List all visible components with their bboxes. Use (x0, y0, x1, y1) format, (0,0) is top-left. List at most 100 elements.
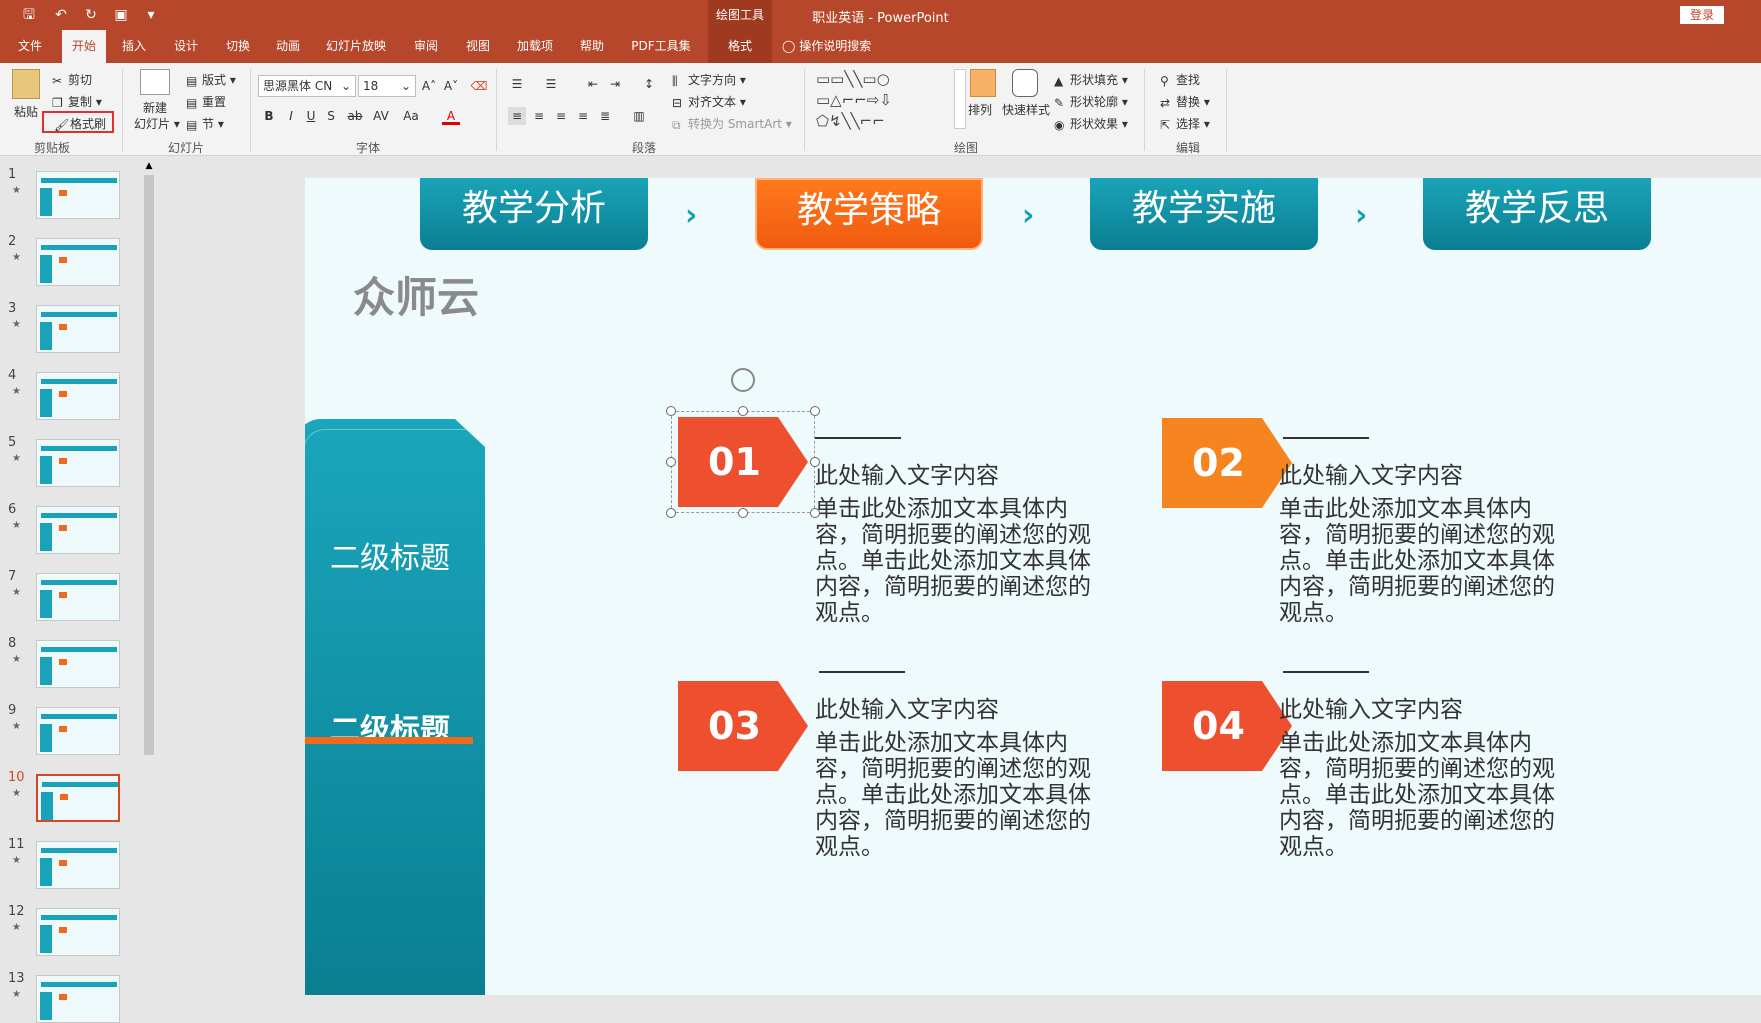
tab-review[interactable]: 审阅 (406, 30, 446, 63)
item-body[interactable]: 单击此处添加文本具体内容，简明扼要的阐述您的观点。单击此处添加文本具体内容，简明… (1279, 496, 1574, 626)
increase-indent-icon[interactable]: ⇥ (606, 75, 624, 93)
slide-thumbnail[interactable] (36, 975, 120, 1023)
font-color-icon[interactable]: A (442, 107, 460, 125)
scroll-up-icon[interactable]: ▲ (144, 161, 154, 171)
tab-view[interactable]: 视图 (458, 30, 498, 63)
item-title[interactable]: 此处输入文字内容 (815, 456, 999, 490)
item-number-shape[interactable]: 03 (678, 681, 808, 771)
shape-fill-button[interactable]: ▲ 形状填充 ▾ (1054, 71, 1128, 88)
columns-icon[interactable]: ▥ (630, 107, 648, 125)
resize-handle[interactable] (810, 406, 820, 416)
slide-thumbnail[interactable] (36, 841, 120, 889)
decrease-indent-icon[interactable]: ⇤ (584, 75, 602, 93)
slide-thumbnail[interactable] (36, 171, 120, 219)
select-button[interactable]: ⇱ 选择 ▾ (1160, 115, 1210, 132)
item-number-shape[interactable]: 04 (1162, 681, 1292, 771)
item-body[interactable]: 单击此处添加文本具体内容，简明扼要的阐述您的观点。单击此处添加文本具体内容，简明… (815, 496, 1110, 626)
login-button[interactable]: 登录 (1680, 6, 1724, 24)
resize-handle[interactable] (666, 508, 676, 518)
tab-slideshow[interactable]: 幻灯片放映 (322, 30, 390, 63)
character-spacing-icon[interactable]: AV (372, 107, 390, 125)
tab-insert[interactable]: 插入 (114, 30, 154, 63)
increase-font-icon[interactable]: A˄ (420, 77, 438, 95)
clear-formatting-icon[interactable]: ⌫ (470, 77, 488, 95)
slide-thumbnail[interactable] (36, 506, 120, 554)
slide-thumbnail[interactable] (36, 305, 120, 353)
cut-button[interactable]: ✂ 剪切 (52, 71, 92, 88)
numbering-icon[interactable]: ☰ (542, 75, 560, 93)
new-slide-icon[interactable] (140, 69, 170, 95)
new-slide-label-2[interactable]: 幻灯片 ▾ (134, 115, 180, 132)
item-title[interactable]: 此处输入文字内容 (1279, 456, 1463, 490)
bullets-icon[interactable]: ☰ (508, 75, 526, 93)
tab-help[interactable]: 帮助 (572, 30, 612, 63)
tab-addins[interactable]: 加载项 (510, 30, 560, 63)
tab-animations[interactable]: 动画 (268, 30, 308, 63)
slide-thumbnail[interactable] (36, 372, 120, 420)
item-number-shape[interactable]: 02 (1162, 418, 1292, 508)
underline-icon[interactable]: U (302, 107, 320, 125)
tab-design[interactable]: 设计 (166, 30, 206, 63)
scroll-thumb[interactable] (144, 175, 154, 755)
slide-thumbnail[interactable] (36, 238, 120, 286)
justify-icon[interactable]: ≡ (574, 107, 592, 125)
tab-file[interactable]: 文件 (10, 30, 50, 63)
slide-thumbnail[interactable] (36, 908, 120, 956)
resize-handle[interactable] (810, 457, 820, 467)
shape-effects-button[interactable]: ◉ 形状效果 ▾ (1054, 115, 1128, 132)
quick-styles-icon[interactable] (1012, 69, 1038, 97)
item-title[interactable]: 此处输入文字内容 (1279, 690, 1463, 724)
side-heading-1[interactable]: 二级标题 (305, 533, 485, 577)
slide-thumbnail[interactable] (36, 707, 120, 755)
font-family-select[interactable]: 思源黑体 CN ⌄ (258, 75, 356, 97)
slide-thumbnail[interactable] (36, 573, 120, 621)
slide-thumbnail[interactable] (36, 640, 120, 688)
reset-button[interactable]: ▤ 重置 (186, 93, 226, 110)
decrease-font-icon[interactable]: A˅ (442, 77, 460, 95)
resize-handle[interactable] (666, 406, 676, 416)
slide-thumbnail[interactable] (36, 774, 120, 822)
paste-icon[interactable] (12, 69, 40, 99)
shapes-gallery-scroll[interactable] (954, 69, 966, 129)
resize-handle[interactable] (738, 508, 748, 518)
quick-styles-button[interactable]: 快速样式 (1002, 101, 1050, 118)
slide[interactable]: 教学分析 › 教学策略 › 教学实施 › 教学反思 众师云 二级标题 二级标题 … (305, 178, 1761, 995)
shapes-gallery[interactable]: ▭▭╲╲▭○ ▭△⌐⌐⇨⇩ ⬠↯╲╲⌐⌐ (816, 69, 952, 133)
tab-home[interactable]: 开始 (62, 30, 106, 63)
side-panel[interactable]: 二级标题 二级标题 (305, 419, 485, 995)
italic-icon[interactable]: I (282, 107, 300, 125)
item-body[interactable]: 单击此处添加文本具体内容，简明扼要的阐述您的观点。单击此处添加文本具体内容，简明… (1279, 730, 1574, 860)
font-size-select[interactable]: 18 ⌄ (358, 75, 416, 97)
layout-button[interactable]: ▤ 版式 ▾ (186, 71, 236, 88)
shadow-icon[interactable]: S (322, 107, 340, 125)
resize-handle[interactable] (738, 406, 748, 416)
item-body[interactable]: 单击此处添加文本具体内容，简明扼要的阐述您的观点。单击此处添加文本具体内容，简明… (815, 730, 1110, 860)
text-direction-button[interactable]: ⫼ 文字方向 ▾ (672, 71, 746, 88)
align-center-icon[interactable]: ≡ (530, 107, 548, 125)
tell-me-search[interactable]: ◯ 操作说明搜索 (782, 30, 912, 63)
change-case-icon[interactable]: Aa (402, 107, 420, 125)
thumbnails-scrollbar[interactable]: ▲ (142, 157, 156, 995)
distributed-icon[interactable]: ≣ (596, 107, 614, 125)
resize-handle[interactable] (810, 508, 820, 518)
align-right-icon[interactable]: ≡ (552, 107, 570, 125)
tab-transitions[interactable]: 切换 (218, 30, 258, 63)
shape-outline-button[interactable]: ✎ 形状轮廓 ▾ (1054, 93, 1128, 110)
find-button[interactable]: ⚲ 查找 (1160, 71, 1200, 88)
slide-thumbnail[interactable] (36, 439, 120, 487)
new-slide-label-1[interactable]: 新建 (143, 99, 167, 116)
arrange-button[interactable]: 排列 (968, 101, 992, 118)
line-spacing-icon[interactable]: ↕ (640, 75, 658, 93)
rotate-handle-icon[interactable] (731, 368, 755, 392)
arrange-icon[interactable] (970, 69, 996, 97)
slide-thumbnails-pane[interactable]: 1 ★ 2 ★ 3 ★ 4 ★ 5 ★ 6 ★ 7 ★ 8 ★ 9 ★ 10 ★ 11 ★ 12 ★ 13 ★ (0, 157, 142, 1023)
section-button[interactable]: ▤ 节 ▾ (186, 115, 224, 132)
smartart-button[interactable]: ⧉ 转换为 SmartArt ▾ (672, 115, 792, 132)
item-title[interactable]: 此处输入文字内容 (815, 690, 999, 724)
copy-button[interactable]: ❐ 复制 ▾ (52, 93, 102, 110)
bold-icon[interactable]: B (260, 107, 278, 125)
resize-handle[interactable] (666, 457, 676, 467)
paste-button[interactable]: 粘贴 (14, 103, 38, 120)
tab-pdf-tools[interactable]: PDF工具集 (626, 30, 696, 63)
strikethrough-icon[interactable]: ab (346, 107, 364, 125)
